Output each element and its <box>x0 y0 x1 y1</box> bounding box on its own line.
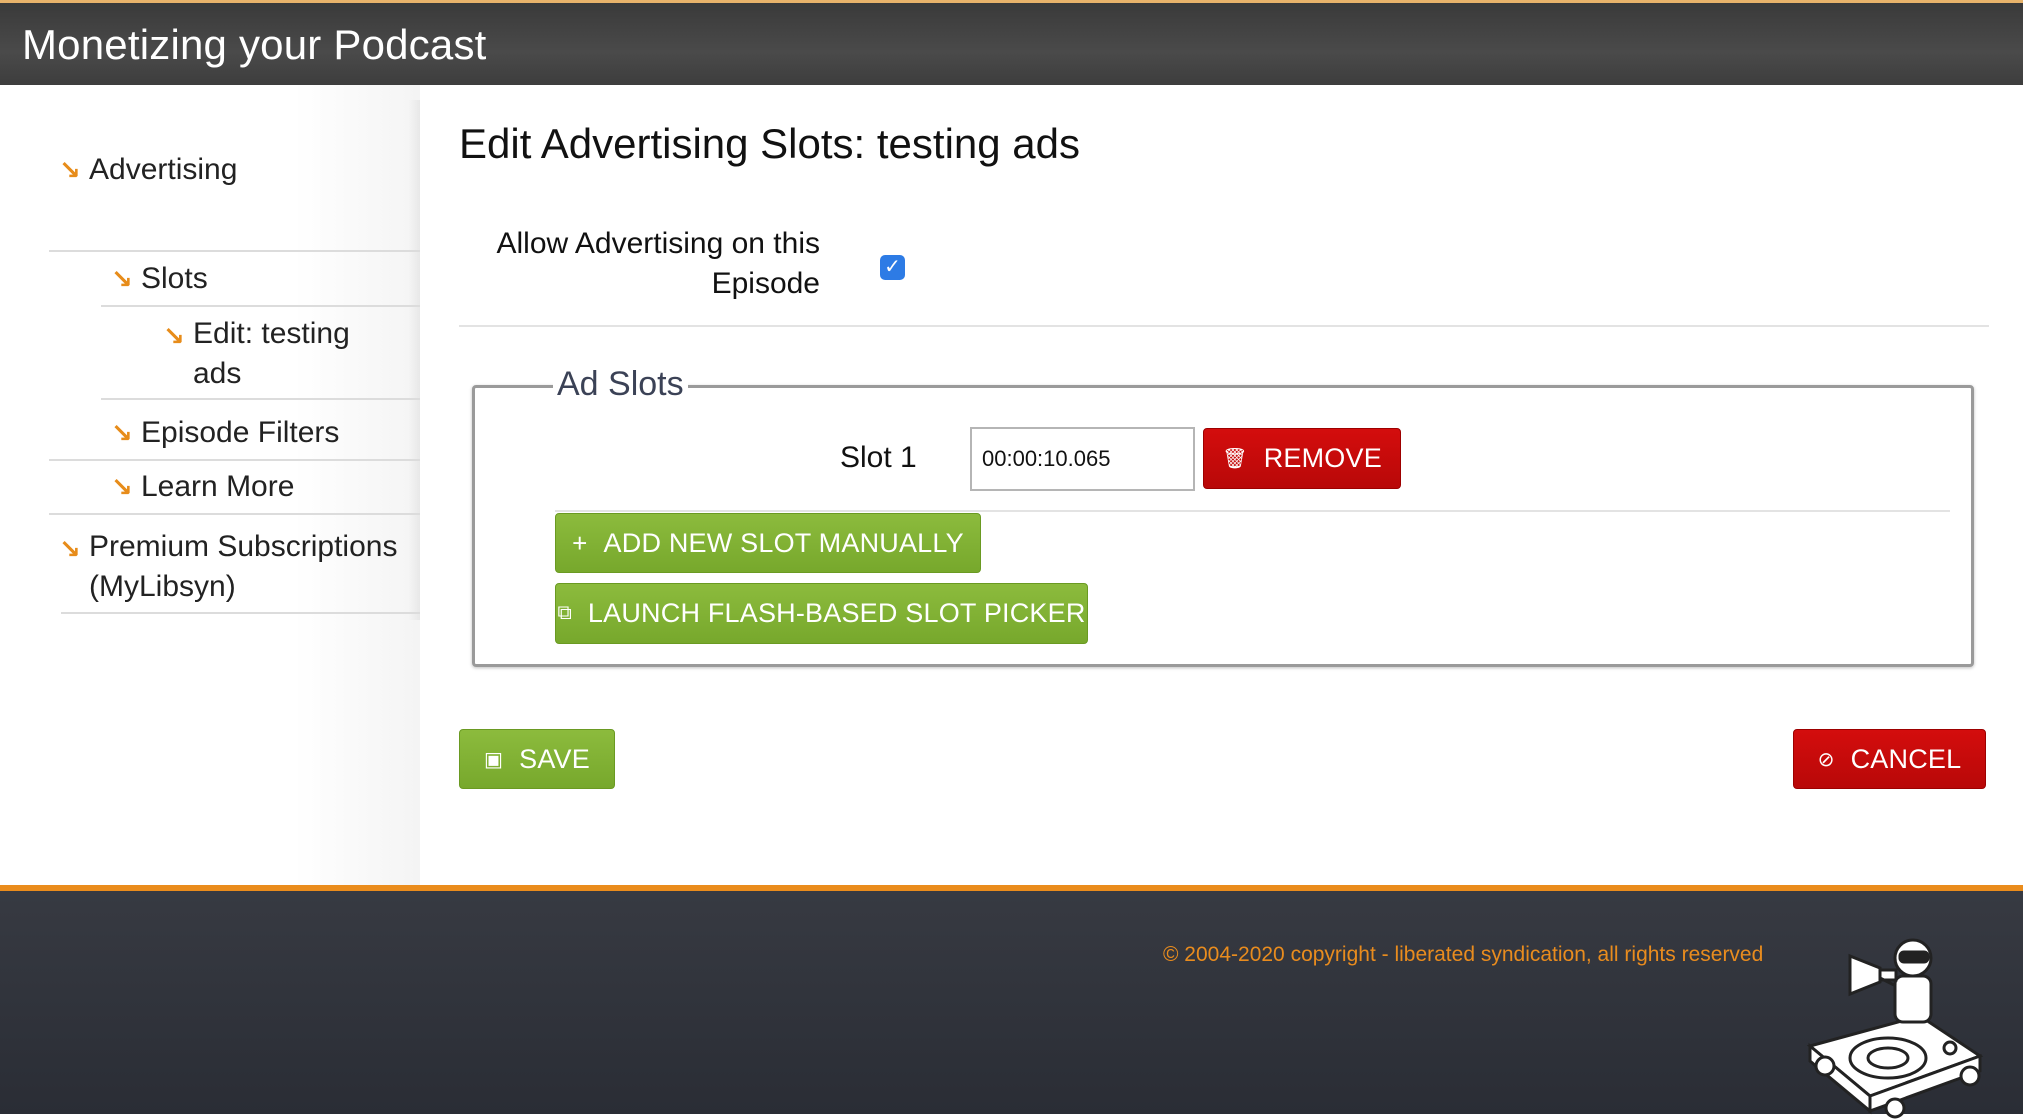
allow-advertising-label: Allow Advertising on this Episode <box>496 227 821 300</box>
ad-slots-legend: Ad Slots <box>553 365 688 404</box>
page-footer: © 2004-2020 copyright - liberated syndic… <box>0 885 2023 1119</box>
sidebar-item-label: Slots <box>141 262 208 295</box>
floppy-disk-icon: ▣ <box>484 748 504 771</box>
sidebar-item-label: Premium Subscriptions <box>89 530 398 563</box>
sidebar-item-label: Learn More <box>141 470 295 503</box>
cancel-circle-icon: ⊘ <box>1817 748 1835 771</box>
sidebar-item-premium-subscriptions[interactable]: ↘ Premium Subscriptions (MyLibsyn) <box>59 527 398 607</box>
save-button[interactable]: ▣ SAVE <box>459 729 615 789</box>
sidebar-item-label: (MyLibsyn) <box>89 570 236 603</box>
sidebar-item-slots[interactable]: ↘ Slots <box>111 262 208 296</box>
page-title: Edit Advertising Slots: testing ads <box>459 120 1080 167</box>
app-header: Monetizing your Podcast <box>0 0 2023 85</box>
sidebar-item-advertising[interactable]: ↘ Advertising <box>59 153 238 187</box>
sidebar-item-label: Edit: testing <box>193 317 350 350</box>
arrow-down-right-icon: ↘ <box>59 155 81 185</box>
copyright-text: © 2004-2020 copyright - liberated syndic… <box>1163 943 1764 966</box>
arrow-down-right-icon: ↘ <box>111 472 133 502</box>
divider <box>49 459 420 461</box>
slot-time-input[interactable] <box>970 427 1195 491</box>
plus-icon: + <box>572 527 588 558</box>
arrow-down-right-icon: ↘ <box>111 264 133 294</box>
remove-slot-button[interactable]: 🗑 REMOVE <box>1203 428 1401 489</box>
launch-slot-picker-button[interactable]: ⧉ LAUNCH FLASH-BASED SLOT PICKER <box>555 583 1088 644</box>
divider <box>49 250 420 252</box>
sidebar-item-label: Episode Filters <box>141 416 340 449</box>
external-link-icon: ⧉ <box>557 602 572 624</box>
sidebar-item-learn-more[interactable]: ↘ Learn More <box>111 470 295 504</box>
cancel-button[interactable]: ⊘ CANCEL <box>1793 729 1986 789</box>
allow-advertising-checkbox[interactable]: ✓ <box>880 255 905 280</box>
arrow-down-right-icon: ↘ <box>59 534 81 564</box>
sidebar-item-label: ads <box>193 357 242 390</box>
check-icon: ✓ <box>884 256 901 278</box>
arrow-down-right-icon: ↘ <box>163 321 185 351</box>
divider <box>555 510 1950 512</box>
divider <box>101 305 420 307</box>
sidebar-item-label: Advertising <box>89 153 238 186</box>
divider <box>459 325 1989 327</box>
sidebar-item-episode-filters[interactable]: ↘ Episode Filters <box>111 416 340 450</box>
divider <box>101 398 420 400</box>
divider <box>49 513 420 515</box>
trash-icon: 🗑 <box>1222 448 1248 470</box>
sidebar-item-edit-testing-ads[interactable]: ↘ Edit: testing ads <box>163 314 350 394</box>
page-header-title: Monetizing your Podcast <box>22 21 487 68</box>
slot-label: Slot 1 <box>840 441 917 474</box>
add-new-slot-button[interactable]: + ADD NEW SLOT MANUALLY <box>555 513 981 573</box>
dj-mascot-logo <box>1806 938 1984 1119</box>
divider <box>61 612 420 614</box>
arrow-down-right-icon: ↘ <box>111 418 133 448</box>
